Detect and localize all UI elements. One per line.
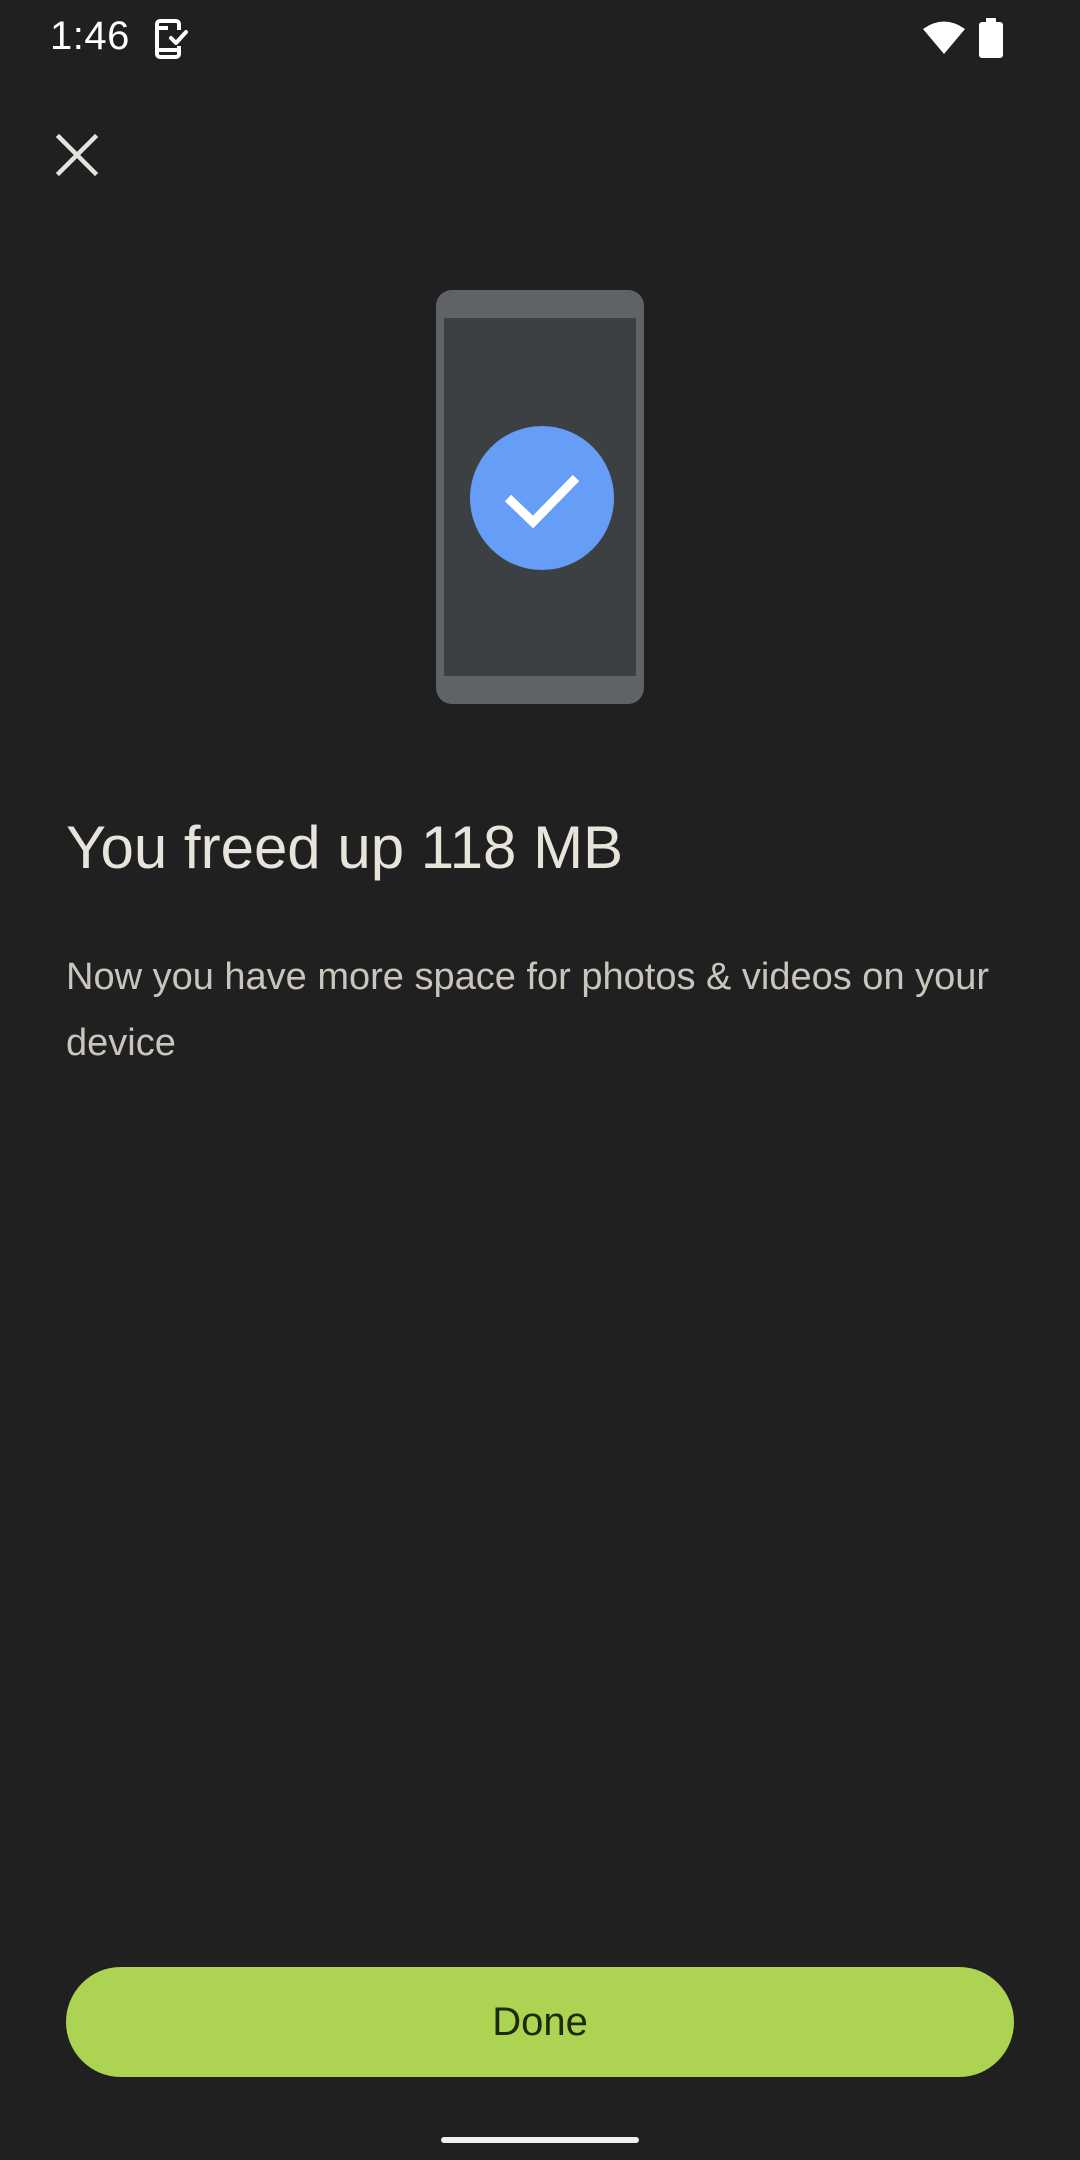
done-button[interactable]: Done [66,1967,1014,2077]
status-time: 1:46 [50,14,130,58]
status-bar: 1:46 [0,0,1080,78]
close-icon [55,133,99,177]
page-title: You freed up 118 MB [66,814,624,881]
gesture-nav-handle[interactable] [441,2137,639,2143]
wifi-icon [923,21,965,54]
page-subtitle: Now you have more space for photos & vid… [66,956,990,1064]
battery-icon [979,18,1003,58]
phone-check-illustration [436,290,644,704]
close-button[interactable] [38,116,116,194]
device-check-icon [155,19,188,59]
